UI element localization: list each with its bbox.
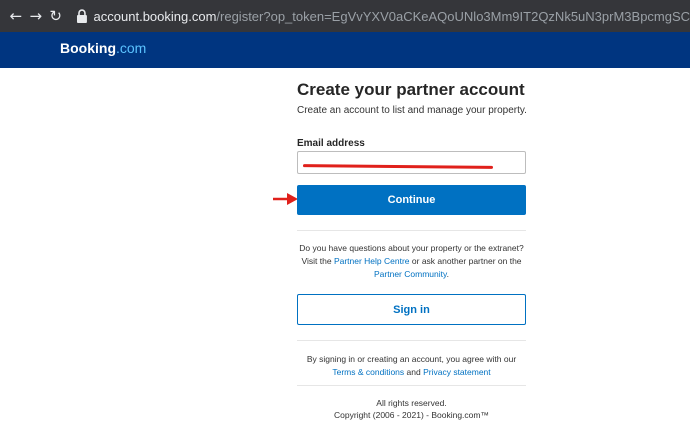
divider	[297, 385, 526, 386]
help-text-2: or ask another partner on the	[411, 256, 522, 266]
footer-copyright: Copyright (2006 - 2021) - Booking.com™	[334, 410, 489, 420]
logo-main: Booking	[60, 40, 116, 56]
page-title: Create your partner account	[297, 80, 525, 99]
continue-button[interactable]: Continue	[297, 185, 526, 215]
sign-in-button[interactable]: Sign in	[297, 294, 526, 325]
url-path: /register?op_token=EgVvYXV0aCKeAQoUNlo3M…	[216, 8, 690, 24]
footer-rights: All rights reserved.	[376, 398, 447, 408]
email-label: Email address	[297, 138, 365, 149]
email-field[interactable]	[297, 151, 526, 174]
help-text: Do you have questions about your propert…	[297, 242, 526, 281]
url-field[interactable]: account.booking.com/register?op_token=Eg…	[94, 9, 690, 24]
site-header: Booking.com	[0, 32, 690, 68]
terms-text-1: By signing in or creating an account, yo…	[306, 354, 517, 364]
annotation-arrow-icon	[273, 193, 298, 205]
terms-text-2: and	[406, 367, 421, 377]
back-arrow-icon[interactable]: ←	[6, 7, 26, 25]
partner-help-centre-link[interactable]: Partner Help Centre	[334, 256, 410, 266]
divider	[297, 340, 526, 341]
terms-conditions-link[interactable]: Terms & conditions	[332, 367, 404, 377]
reload-icon[interactable]: ↻	[46, 7, 66, 25]
forward-arrow-icon[interactable]: →	[26, 7, 46, 25]
partner-community-link[interactable]: Partner Community	[374, 269, 447, 279]
browser-address-bar: ← → ↻ account.booking.com/register?op_to…	[0, 0, 690, 32]
terms-text: By signing in or creating an account, yo…	[297, 353, 526, 379]
url-host: account.booking.com	[93, 8, 217, 24]
divider	[297, 230, 526, 231]
booking-logo[interactable]: Booking.com	[60, 40, 146, 56]
lock-icon[interactable]	[76, 9, 88, 23]
page-subtitle: Create an account to list and manage you…	[297, 105, 527, 116]
help-text-3: .	[446, 269, 449, 279]
privacy-statement-link[interactable]: Privacy statement	[423, 367, 491, 377]
logo-suffix: .com	[116, 40, 147, 56]
footer: All rights reserved. Copyright (2006 - 2…	[297, 397, 526, 421]
